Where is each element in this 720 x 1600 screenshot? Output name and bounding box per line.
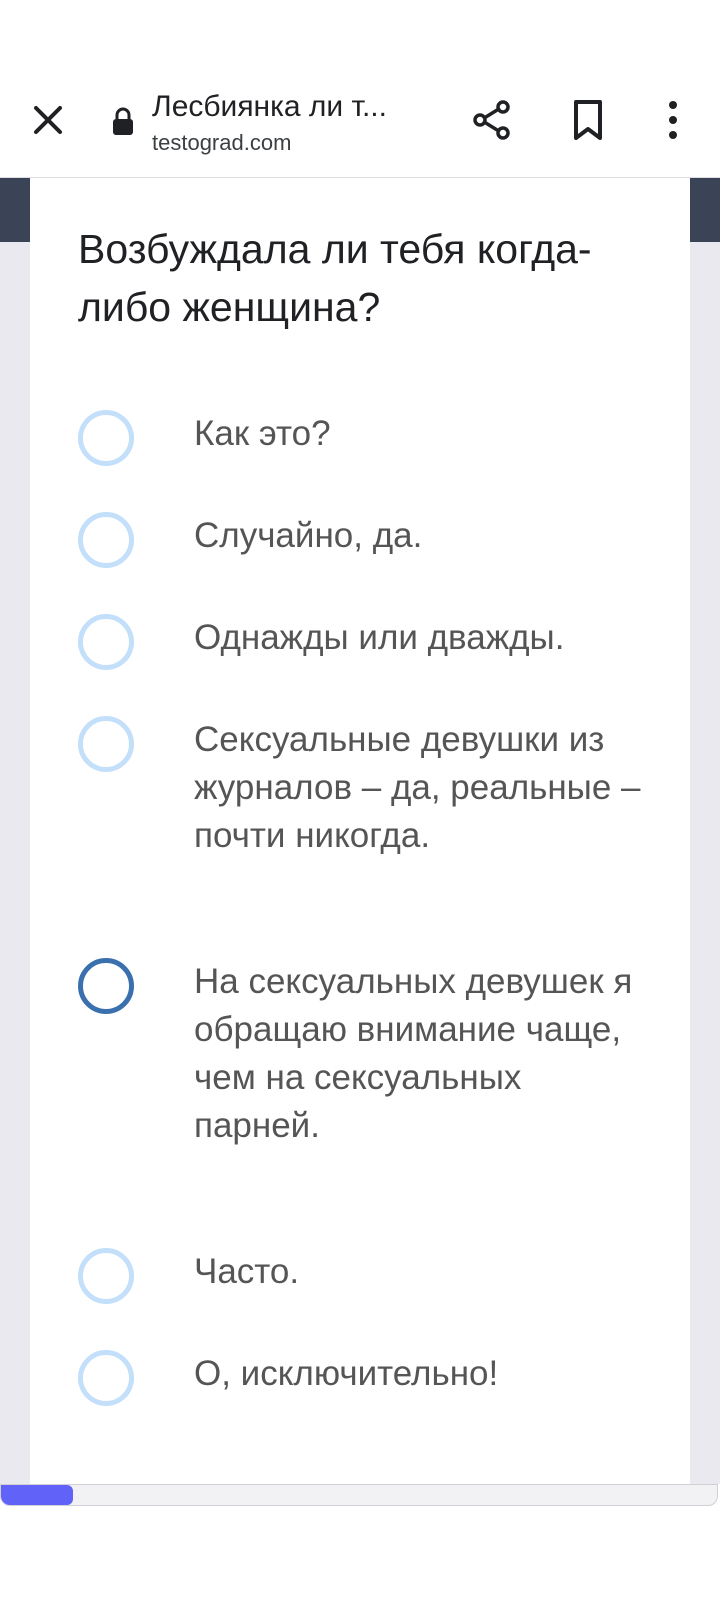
close-icon[interactable] xyxy=(28,100,68,140)
progress-bar xyxy=(0,1484,718,1506)
share-icon[interactable] xyxy=(470,98,514,142)
radio-button[interactable] xyxy=(78,1248,134,1304)
radio-button[interactable] xyxy=(78,716,134,772)
progress-area xyxy=(0,1484,720,1600)
browser-toolbar: Лесбиянка ли т... testograd.com xyxy=(0,78,720,178)
answer-label: Как это? xyxy=(194,414,331,453)
radio-button[interactable] xyxy=(78,410,134,466)
radio-button[interactable] xyxy=(78,1350,134,1406)
page-title[interactable]: Лесбиянка ли т... xyxy=(152,90,412,124)
answer-label: Случайно, да. xyxy=(194,516,423,555)
radio-button[interactable] xyxy=(78,512,134,568)
answer-label: Однажды или дважды. xyxy=(194,618,565,657)
answer-label: О, исключительно! xyxy=(194,1354,499,1393)
status-bar xyxy=(0,0,720,78)
question-text: Возбуждала ли тебя когда-либо женщина? xyxy=(78,226,592,330)
more-vert-icon[interactable] xyxy=(658,98,688,142)
answer-label: Часто. xyxy=(194,1252,300,1291)
bookmark-icon[interactable] xyxy=(568,98,608,142)
radio-button-selected[interactable] xyxy=(78,958,134,1014)
answer-label: На сексуальных девушек я обращаю внимани… xyxy=(194,962,633,1145)
progress-fill xyxy=(1,1485,73,1505)
page-url[interactable]: testograd.com xyxy=(152,130,291,156)
answer-label: Сексуальные девушки из журналов – да, ре… xyxy=(194,720,641,855)
question-card: Возбуждала ли тебя когда-либо женщина? К… xyxy=(30,178,690,1484)
lock-icon xyxy=(112,106,134,136)
radio-button[interactable] xyxy=(78,614,134,670)
header-strip-left xyxy=(0,178,30,242)
header-strip-right xyxy=(690,178,720,242)
